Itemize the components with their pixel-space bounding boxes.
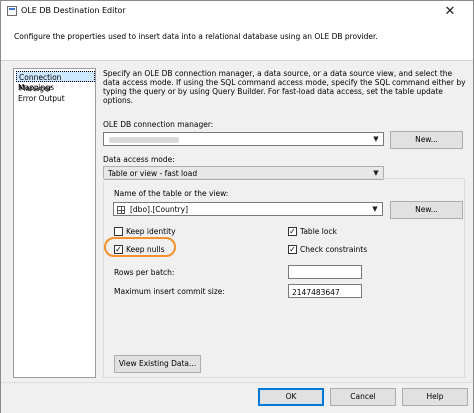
cancel-button[interactable]: Cancel	[330, 388, 396, 406]
check-constraints-checkbox[interactable]: ✓	[288, 245, 297, 254]
chevron-down-icon: ▼	[372, 205, 378, 213]
data-access-mode-value: Table or view - fast load	[108, 169, 198, 178]
rows-per-batch-input[interactable]	[288, 265, 362, 279]
nav-item-connection-manager[interactable]: Connection Manager	[16, 71, 95, 93]
table-name-label: Name of the table or the view:	[114, 189, 229, 198]
blurred-connection-name	[109, 137, 179, 143]
keep-nulls-highlight-annotation	[104, 237, 176, 257]
connection-manager-dropdown[interactable]: ▼	[103, 132, 384, 146]
connection-manager-label: OLE DB connection manager:	[103, 120, 214, 129]
help-button[interactable]: Help	[402, 388, 468, 406]
keep-identity-checkbox[interactable]	[114, 227, 123, 236]
page-navigation: Connection Manager Mappings Error Output	[13, 68, 96, 378]
view-existing-data-button[interactable]: View Existing Data...	[114, 355, 201, 373]
close-icon[interactable]: ✕	[427, 1, 473, 23]
table-name-value: [dbo].[Country]	[130, 205, 188, 214]
dialog-footer: OK Cancel Help	[1, 382, 473, 413]
check-constraints-label: Check constraints	[300, 245, 368, 254]
table-lock-checkbox[interactable]: ✓	[288, 227, 297, 236]
nav-item-mappings[interactable]: Mappings	[16, 82, 95, 93]
chevron-down-icon: ▼	[373, 135, 379, 143]
app-icon	[7, 6, 17, 16]
ole-db-destination-editor-window: OLE DB Destination Editor ✕ Configure th…	[0, 0, 474, 413]
title-bar: OLE DB Destination Editor ✕	[1, 1, 473, 23]
connection-new-button[interactable]: New...	[390, 131, 463, 149]
table-name-dropdown[interactable]: [dbo].[Country] ▼	[113, 202, 383, 216]
header-panel: Configure the properties used to insert …	[1, 23, 473, 61]
data-access-mode-label: Data access mode:	[103, 155, 175, 164]
nav-item-error-output[interactable]: Error Output	[16, 93, 95, 104]
rows-per-batch-label: Rows per batch:	[114, 268, 175, 277]
keep-identity-label: Keep identity	[126, 227, 176, 236]
max-insert-commit-value: 2147483647	[292, 288, 340, 297]
max-insert-commit-label: Maximum insert commit size:	[114, 287, 225, 296]
table-icon	[117, 206, 125, 214]
table-new-button[interactable]: New...	[390, 201, 463, 219]
header-description: Configure the properties used to insert …	[14, 32, 378, 41]
window-title: OLE DB Destination Editor	[21, 6, 126, 15]
page-description: Specify an OLE DB connection manager, a …	[103, 69, 466, 105]
max-insert-commit-input[interactable]: 2147483647	[288, 284, 362, 298]
table-lock-label: Table lock	[300, 227, 337, 236]
ok-button[interactable]: OK	[258, 388, 324, 406]
